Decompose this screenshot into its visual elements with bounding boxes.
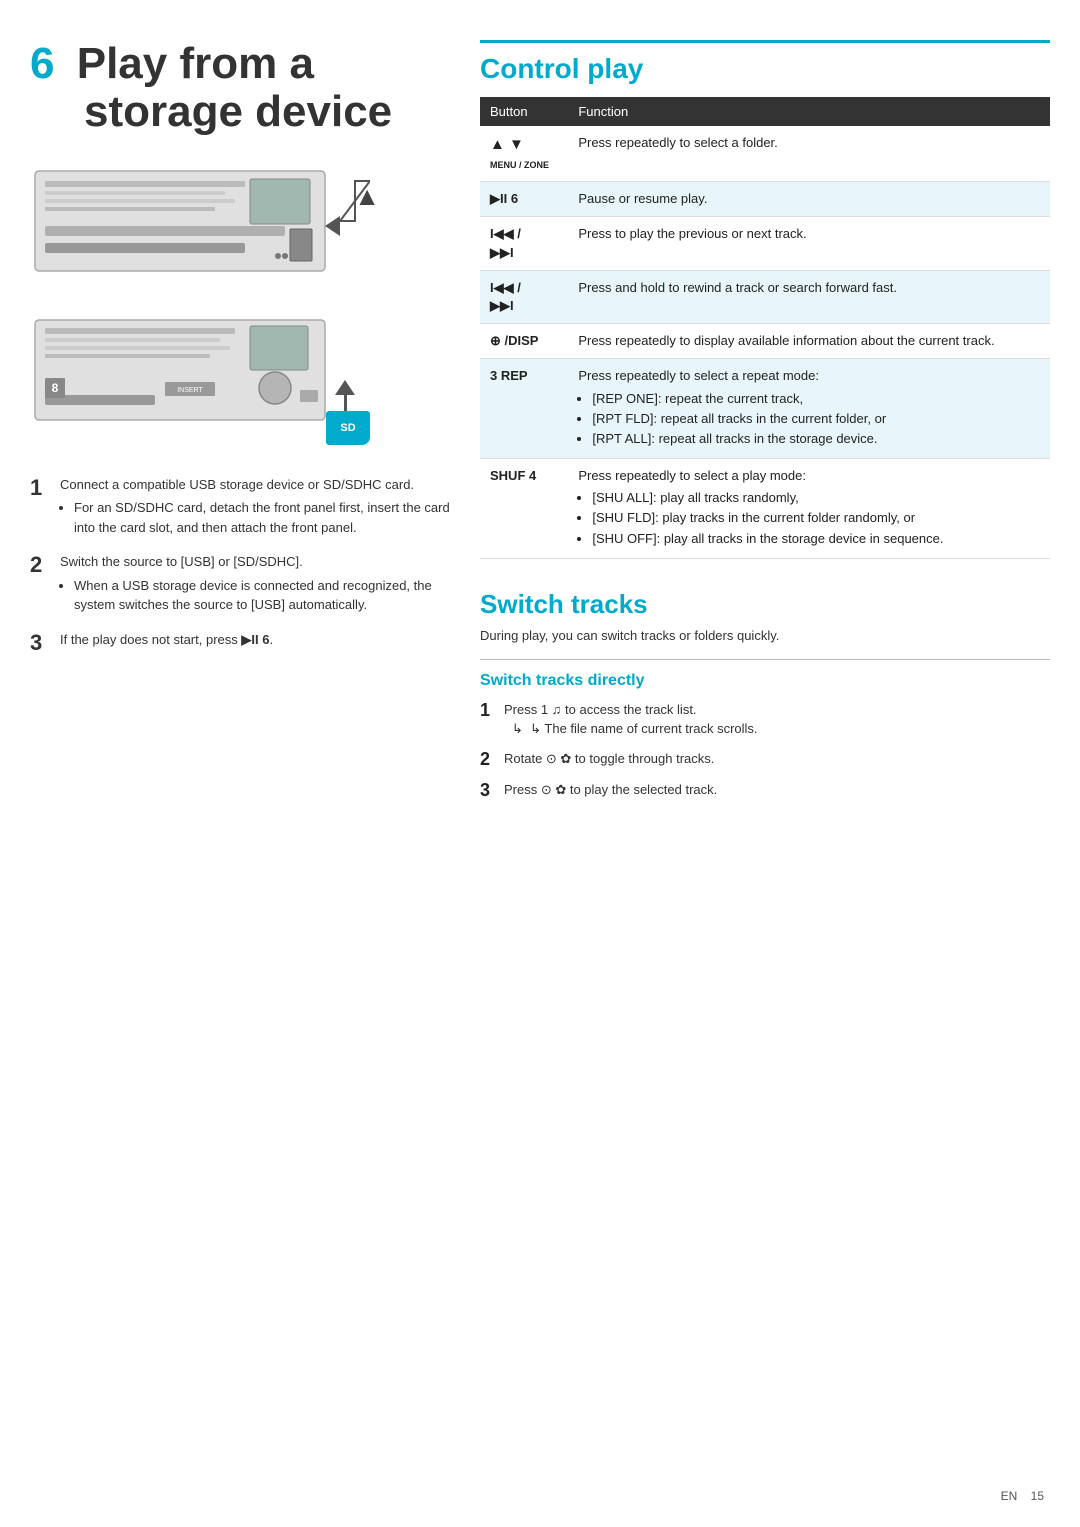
btn-play-pause: ▶II 6 [480, 182, 568, 217]
switch-steps-list: 1 Press 1 ♫ to access the track list. ↳ … [480, 700, 1050, 801]
switch-tracks-title: Switch tracks [480, 589, 1050, 620]
step-3-text: If the play does not start, press ▶II 6. [60, 632, 273, 647]
step-1: 1 Connect a compatible USB storage devic… [30, 475, 450, 541]
table-row: I◀◀ / ▶▶I Press to play the previous or … [480, 217, 1050, 270]
step-1-text: Connect a compatible USB storage device … [60, 477, 414, 492]
func-menu-zone: Press repeatedly to select a folder. [568, 126, 1050, 182]
switch-tracks-sub-title: Switch tracks directly [480, 672, 1050, 690]
switch-step-2: 2 Rotate ⊙ ✿ to toggle through tracks. [480, 749, 1050, 770]
control-play-title: Control play [480, 53, 1050, 85]
svg-text:INSERT: INSERT [177, 387, 203, 394]
switch-step-1-sub: ↳ ↳ The file name of current track scrol… [512, 719, 758, 739]
switch-step-1-num: 1 [480, 700, 496, 721]
shuf-bullet-3: [SHU OFF]: play all tracks in the storag… [592, 530, 1040, 548]
btn-disp: ⊕ /DISP [480, 324, 568, 359]
sd-card-icon: SD [326, 407, 370, 445]
btn-shuf: SHUF 4 [480, 459, 568, 559]
table-row: ⊕ /DISP Press repeatedly to display avai… [480, 324, 1050, 359]
table-row: I◀◀ / ▶▶I Press and hold to rewind a tra… [480, 270, 1050, 323]
rep-bullet-3: [RPT ALL]: repeat all tracks in the stor… [592, 430, 1040, 448]
func-play-pause: Pause or resume play. [568, 182, 1050, 217]
switch-step-2-num: 2 [480, 749, 496, 770]
step-1-content: Connect a compatible USB storage device … [60, 475, 450, 541]
switch-step-2-text: Rotate ⊙ ✿ to toggle through tracks. [504, 749, 714, 769]
control-play-table: Button Function ▲ ▼ MENU / ZONE Press re… [480, 97, 1050, 559]
btn-menu-zone: ▲ ▼ MENU / ZONE [480, 126, 568, 182]
step-2-text: Switch the source to [USB] or [SD/SDHC]. [60, 554, 303, 569]
steps-list: 1 Connect a compatible USB storage devic… [30, 475, 450, 656]
switch-step-3-text: Press ⊙ ✿ to play the selected track. [504, 780, 717, 800]
step-2-content: Switch the source to [USB] or [SD/SDHC].… [60, 552, 450, 618]
table-row: ▲ ▼ MENU / ZONE Press repeatedly to sele… [480, 126, 1050, 182]
page-wrapper: 6 Play from a storage device [0, 0, 1080, 1527]
step-2-bullet-1: When a USB storage device is connected a… [74, 576, 450, 615]
device1-arrow-up: ▲ [354, 181, 380, 212]
switch-step-1: 1 Press 1 ♫ to access the track list. ↳ … [480, 700, 1050, 739]
step-1-bullet-1: For an SD/SDHC card, detach the front pa… [74, 498, 450, 537]
right-column: Control play Button Function ▲ ▼ MENU / … [480, 40, 1050, 1487]
col-button-header: Button [480, 97, 568, 126]
radio-svg-2: INSERT 8 [30, 310, 370, 450]
switch-step-1-text: Press 1 ♫ to access the track list. ↳ ↳ … [504, 700, 758, 739]
func-rep: Press repeatedly to select a repeat mode… [568, 359, 1050, 459]
control-play-section: Control play Button Function ▲ ▼ MENU / … [480, 40, 1050, 559]
switch-tracks-section: Switch tracks During play, you can switc… [480, 589, 1050, 801]
chapter-title-line2: storage device [84, 87, 392, 136]
device-illustration-1: ▲ [30, 161, 370, 294]
step-2-bullets: When a USB storage device is connected a… [74, 576, 450, 615]
rep-bullets: [REP ONE]: repeat the current track, [RP… [592, 390, 1040, 449]
shuf-bullets: [SHU ALL]: play all tracks randomly, [SH… [592, 489, 1040, 548]
table-row: SHUF 4 Press repeatedly to select a play… [480, 459, 1050, 559]
page-footer: EN 15 [1001, 1489, 1044, 1503]
step-2: 2 Switch the source to [USB] or [SD/SDHC… [30, 552, 450, 618]
step-1-num: 1 [30, 475, 52, 501]
func-disp: Press repeatedly to display available in… [568, 324, 1050, 359]
svg-text:8: 8 [52, 381, 59, 395]
func-prev-next: Press to play the previous or next track… [568, 217, 1050, 270]
table-row: 3 REP Press repeatedly to select a repea… [480, 359, 1050, 459]
rep-bullet-2: [RPT FLD]: repeat all tracks in the curr… [592, 410, 1040, 428]
device-illustration-2: INSERT 8 SD [30, 310, 370, 453]
chapter-number: 6 [30, 39, 54, 88]
page-number: 15 [1031, 1489, 1044, 1503]
switch-step-3: 3 Press ⊙ ✿ to play the selected track. [480, 780, 1050, 801]
shuf-bullet-1: [SHU ALL]: play all tracks randomly, [592, 489, 1040, 507]
step-1-bullets: For an SD/SDHC card, detach the front pa… [74, 498, 450, 537]
radio-svg-1 [30, 161, 370, 291]
rep-bullet-1: [REP ONE]: repeat the current track, [592, 390, 1040, 408]
col-function-header: Function [568, 97, 1050, 126]
chapter-title-line1: Play from a [77, 39, 314, 88]
page-lang: EN [1001, 1489, 1018, 1503]
left-column: 6 Play from a storage device [30, 40, 450, 1487]
func-shuf: Press repeatedly to select a play mode: … [568, 459, 1050, 559]
step-3-num: 3 [30, 630, 52, 656]
divider [480, 659, 1050, 660]
btn-prev-next: I◀◀ / ▶▶I [480, 217, 568, 270]
step-2-num: 2 [30, 552, 52, 578]
step-3-content: If the play does not start, press ▶II 6. [60, 630, 273, 650]
table-row: ▶II 6 Pause or resume play. [480, 182, 1050, 217]
btn-rep: 3 REP [480, 359, 568, 459]
func-hold-prev-next: Press and hold to rewind a track or sear… [568, 270, 1050, 323]
switch-tracks-description: During play, you can switch tracks or fo… [480, 628, 1050, 643]
switch-step-3-num: 3 [480, 780, 496, 801]
chapter-title: 6 Play from a storage device [30, 40, 450, 137]
shuf-bullet-2: [SHU FLD]: play tracks in the current fo… [592, 509, 1040, 527]
menu-zone-label: MENU / ZONE [490, 160, 549, 170]
btn-hold-prev-next: I◀◀ / ▶▶I [480, 270, 568, 323]
step-3: 3 If the play does not start, press ▶II … [30, 630, 450, 656]
